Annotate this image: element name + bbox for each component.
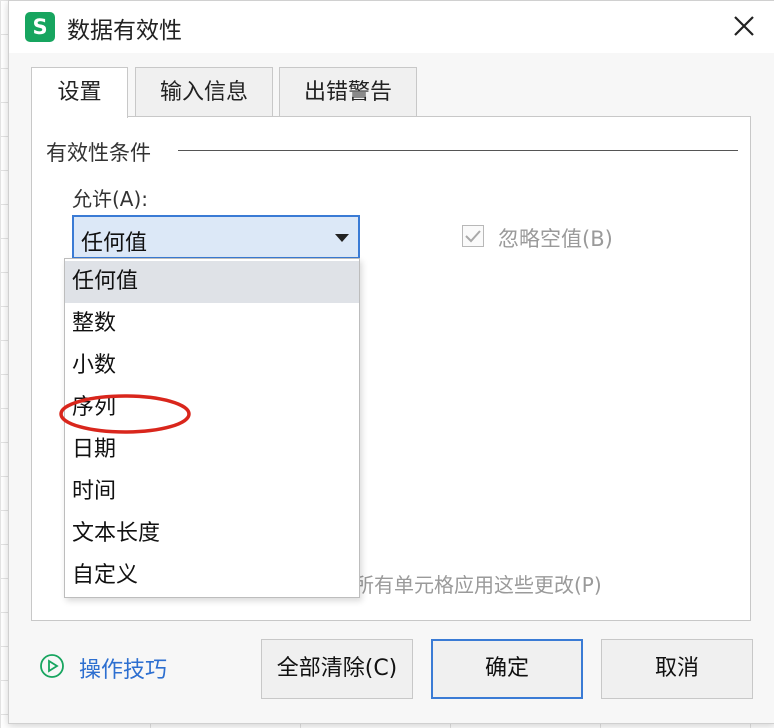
allow-select-value: 任何值: [81, 231, 148, 256]
tips-label: 操作技巧: [79, 658, 168, 683]
play-circle-icon: [40, 654, 64, 678]
data-validation-dialog: S 数据有效性 设置 输入信息 出错警告 有效性条件 允许(A): 任何值 忽略…: [8, 0, 774, 724]
tab-settings[interactable]: 设置: [31, 67, 128, 118]
validation-criteria-heading: 有效性条件: [46, 137, 159, 167]
clear-all-button[interactable]: 全部清除(C): [261, 639, 413, 699]
group-divider: [178, 150, 738, 151]
cancel-button[interactable]: 取消: [601, 639, 753, 699]
option-any-value[interactable]: 任何值: [65, 261, 359, 303]
allow-select[interactable]: 任何值: [72, 215, 360, 259]
title-bar: S 数据有效性: [9, 1, 774, 53]
apply-to-all-label: 所有单元格应用这些更改(P): [354, 573, 602, 597]
wps-spreadsheet-icon: S: [25, 12, 55, 42]
ok-button[interactable]: 确定: [431, 639, 583, 699]
allow-dropdown-list: 任何值 整数 小数 序列 日期 时间 文本长度 自定义: [64, 258, 360, 598]
ignore-blank-checkbox[interactable]: [462, 225, 484, 247]
option-time[interactable]: 时间: [65, 471, 359, 513]
option-decimal[interactable]: 小数: [65, 345, 359, 387]
tab-error-alert[interactable]: 出错警告: [279, 67, 417, 116]
close-icon[interactable]: [727, 9, 761, 43]
option-date[interactable]: 日期: [65, 429, 359, 471]
ignore-blank-label: 忽略空值(B): [498, 227, 613, 251]
option-text-length[interactable]: 文本长度: [65, 513, 359, 555]
option-list[interactable]: 序列: [65, 387, 359, 429]
dropdown-arrow-icon: [335, 234, 349, 242]
allow-label: 允许(A):: [72, 187, 149, 211]
option-custom[interactable]: 自定义: [65, 555, 359, 597]
option-whole-number[interactable]: 整数: [65, 303, 359, 345]
dialog-title: 数据有效性: [67, 18, 182, 44]
tab-input-message[interactable]: 输入信息: [135, 67, 273, 116]
checkmark-icon: [465, 230, 481, 243]
